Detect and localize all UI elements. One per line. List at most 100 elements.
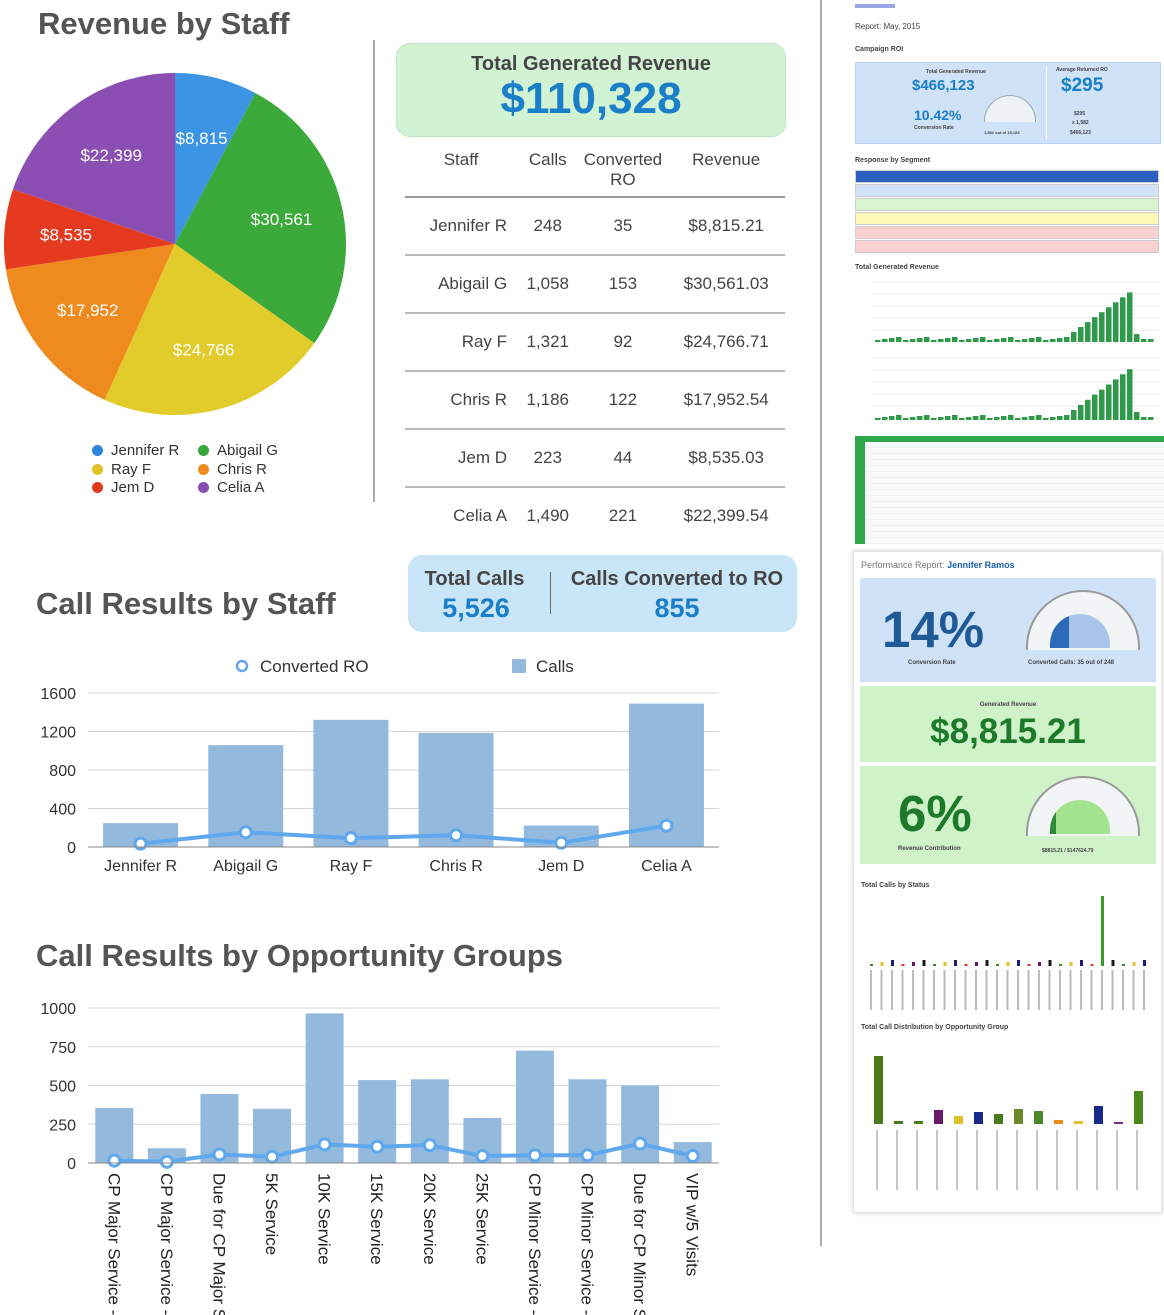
- mini-bar: [882, 339, 888, 342]
- mini-bar: [1050, 417, 1056, 420]
- mini-axis-label: [1076, 1130, 1078, 1190]
- call-summary-card: Total Calls 5,526 Calls Converted to RO …: [408, 555, 797, 632]
- legend-label: Jem D: [111, 479, 155, 496]
- legend-item: Jem D: [92, 479, 198, 498]
- mini-bar: [959, 340, 965, 342]
- table-cell: Jem D: [405, 428, 518, 487]
- summary-divider: [550, 572, 551, 614]
- segment-row: [855, 170, 1159, 183]
- mini-bar: [1092, 317, 1098, 342]
- mini-bar: [1008, 415, 1014, 420]
- mini-bar: [1001, 416, 1007, 420]
- mini-bar: [938, 339, 944, 342]
- mini-bar: [1029, 416, 1035, 420]
- table-cell: 92: [578, 312, 668, 371]
- table-row: Ray F 1,321 92 $24,766.71: [405, 312, 785, 371]
- mini-axis-label: [1111, 970, 1114, 1010]
- x-tick-label: 10K Service: [315, 1173, 334, 1265]
- mini-bar: [974, 1112, 983, 1124]
- x-tick-label: VIP w/5 Visits: [683, 1173, 702, 1276]
- legend-item: Celia A: [198, 479, 308, 498]
- mini-bar: [985, 960, 989, 966]
- revenue-title: Revenue by Staff: [38, 6, 290, 41]
- revenue-grid-table: [855, 436, 1164, 544]
- mini-axis-label: [916, 1130, 918, 1190]
- legend-item: Jennifer R: [92, 442, 198, 461]
- converted-calls-label: Calls Converted to RO: [570, 568, 784, 590]
- mini-bar: [1127, 369, 1133, 420]
- mini-axis-label: [1136, 1130, 1138, 1190]
- table-cell: $30,561.03: [667, 254, 785, 313]
- mini-bar: [1069, 962, 1073, 966]
- mini-bar: [1092, 394, 1098, 420]
- table-header: Revenue: [692, 150, 761, 169]
- mini-bar: [1008, 337, 1014, 342]
- pie-label: $30,561: [251, 210, 312, 229]
- segment-row: [855, 198, 1159, 211]
- perf-title: Performance Report:: [861, 560, 945, 570]
- mini-axis-label: [933, 970, 935, 1010]
- mini-bar: [903, 340, 909, 342]
- legend-item: Abigail G: [198, 442, 308, 461]
- perf-title-row: Performance Report: Jennifer Ramos: [861, 560, 1015, 570]
- x-tick-label: Ray F: [330, 858, 373, 875]
- mini-bar: [994, 1114, 1003, 1124]
- mini-bar: [901, 964, 905, 966]
- perf-contrib-value: 6%: [898, 785, 972, 842]
- mini-axis-label: [936, 1130, 938, 1190]
- line-point: [449, 828, 464, 843]
- mini-axis-label: [956, 1130, 958, 1190]
- mini-bar: [1101, 896, 1104, 966]
- mini-bar: [1078, 327, 1084, 342]
- mini-bar: [1071, 410, 1077, 420]
- table-header: Calls: [528, 150, 567, 169]
- mini-bar: [987, 418, 993, 420]
- mini-bar: [1120, 374, 1126, 420]
- y-tick-label: 1000: [40, 1001, 76, 1018]
- report-header: Report: May, 2015: [855, 22, 921, 31]
- segment-row: [855, 212, 1159, 225]
- mini-axis-label: [985, 970, 988, 1010]
- table-cell: 223: [517, 428, 579, 487]
- pie-label: $8,535: [40, 225, 92, 244]
- table-cell: 153: [578, 254, 668, 313]
- line-point: [265, 1149, 280, 1164]
- x-tick-label: CP Major Service - I...: [157, 1173, 176, 1315]
- legend-item: Ray F: [92, 461, 198, 480]
- mini-bar: [914, 1121, 923, 1124]
- mini-axis-label: [1036, 1130, 1038, 1190]
- table-cell: Abigail G: [405, 254, 518, 313]
- mini-bar: [1106, 384, 1112, 420]
- mini-bar: [889, 338, 895, 342]
- mini-bar: [1043, 418, 1049, 420]
- campaign-roi-title: Campaign ROI: [855, 46, 904, 53]
- line-point: [370, 1139, 385, 1154]
- mini-bar: [1057, 338, 1063, 342]
- mini-bar: [996, 964, 999, 966]
- mini-bar: [922, 960, 926, 966]
- revenue-by-spot-mini-chart: [873, 281, 1159, 342]
- mini-axis-label: [954, 970, 956, 1010]
- mini-bar: [1015, 340, 1021, 342]
- mini-bar: [917, 338, 923, 342]
- line-point: [343, 831, 358, 846]
- mini-bar: [874, 1056, 883, 1124]
- mini-bar: [1134, 334, 1140, 342]
- mini-bar: [1111, 960, 1115, 966]
- pie-legend: Jennifer R Abigail G Ray F Chris R Jem D Celi…: [92, 442, 312, 498]
- campaign-total-value: $466,123: [912, 77, 975, 94]
- mini-bar: [1114, 1122, 1123, 1124]
- table-cell: $17,952.54: [667, 370, 785, 429]
- mini-bar: [980, 415, 986, 420]
- mini-bar: [1027, 964, 1031, 966]
- table-cell: 221: [578, 486, 668, 544]
- x-tick-label: CP Minor Service - ...: [525, 1173, 544, 1315]
- legend-bar-label: Calls: [536, 657, 574, 676]
- revenue-table: Staff Calls Converted RO Revenue Jennifer R…: [405, 150, 785, 544]
- mini-bar: [1132, 962, 1136, 966]
- mini-bar: [910, 417, 916, 420]
- mini-bar: [1071, 332, 1077, 342]
- mini-bar: [980, 337, 986, 342]
- segment-title: Response by Segment: [855, 157, 931, 164]
- mini-bar: [1141, 417, 1147, 420]
